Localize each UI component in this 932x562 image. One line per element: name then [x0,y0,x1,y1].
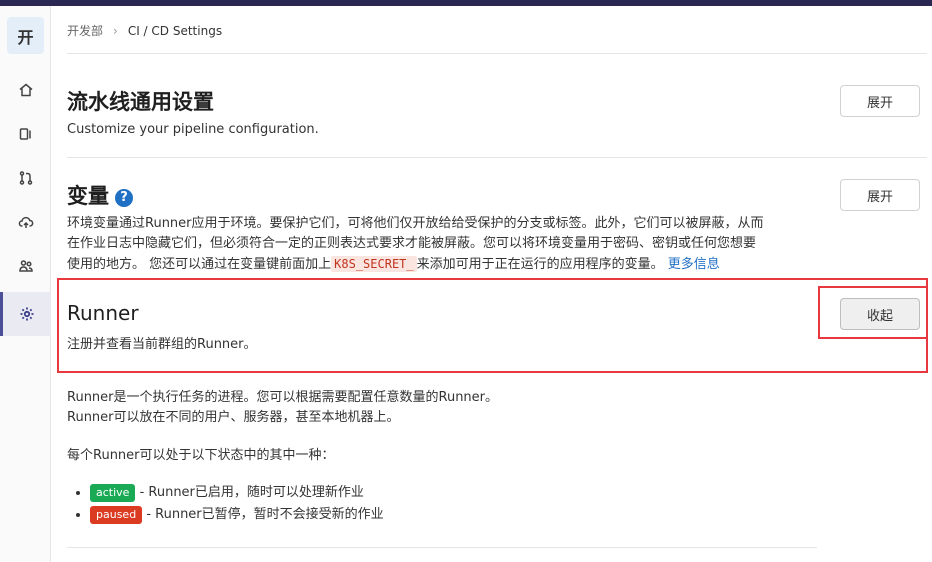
list-item: active - Runner已启用，随时可以处理新作业 [90,482,384,504]
variables-description-line: 环境变量通过Runner应用于环境。要保护它们，可将他们仅开放给给受保护的分支或… [67,216,764,231]
home-icon [19,83,32,97]
runner-states-intro: 每个Runner可以处于以下状态中的其中一种： [67,448,335,463]
highlight-box [57,278,928,373]
group-avatar[interactable]: 开 [7,17,44,54]
runner-body-line: Runner可以放在不同的用户、服务器，甚至本地机器上。 [67,410,400,425]
top-bar [0,0,932,6]
variables-description-text: 来添加可用于正在运行的应用程序的变量。 [416,257,664,272]
breadcrumb-current[interactable]: CI / CD Settings [128,24,222,38]
variables-description-line: 使用的地方。 您还可以通过在变量键前面加上 K8S_SECRET_ 来添加可用于正在… [67,254,817,275]
sidebar-item-overview[interactable] [0,112,51,156]
sidebar-item-settings[interactable] [0,292,51,336]
variables-title-text: 变量 [67,184,109,208]
pipeline-settings-description: Customize your pipeline configuration. [67,122,319,137]
runner-body-line: Runner是一个执行任务的进程。您可以根据需要配置任意数量的Runner。 [67,390,499,405]
runner-collapse-button[interactable]: 收起 [840,298,920,330]
issues-icon [19,128,31,140]
k8s-secret-code: K8S_SECRET_ [331,256,417,272]
state-description: - Runner已暂停，暂时不会接受新的作业 [142,507,384,522]
merge-request-icon [19,171,32,185]
divider [67,53,927,54]
runner-title: Runner [67,301,139,325]
help-icon[interactable]: ? [115,188,133,207]
variables-description-text: 使用的地方。 您还可以通过在变量键前面加上 [67,257,332,272]
status-badge-active: active [90,484,136,502]
breadcrumb: 开发部 › CI / CD Settings [67,22,222,39]
divider [67,547,817,548]
sidebar-item-deploy[interactable] [0,200,51,244]
pipeline-settings-title: 流水线通用设置 [67,90,214,114]
sidebar: 开 [0,6,51,562]
runner-body: Runner是一个执行任务的进程。您可以根据需要配置任意数量的Runner。 R… [67,388,498,428]
divider [67,157,927,158]
sidebar-item-members[interactable] [0,244,51,288]
cloud-icon [18,216,33,228]
state-description: - Runner已启用，随时可以处理新作业 [135,485,364,500]
variables-expand-button[interactable]: 展开 [840,179,920,211]
runner-states-list: active - Runner已启用，随时可以处理新作业 paused - Ru… [90,482,384,526]
more-info-link[interactable]: 更多信息 [668,257,720,272]
pipeline-expand-button[interactable]: 展开 [840,85,920,117]
gear-icon [20,307,34,321]
users-icon [18,260,33,272]
variables-description: 环境变量通过Runner应用于环境。要保护它们，可将他们仅开放给给受保护的分支或… [67,214,817,275]
sidebar-item-home[interactable] [0,68,51,112]
breadcrumb-group[interactable]: 开发部 [67,22,103,39]
sidebar-item-merge-requests[interactable] [0,156,51,200]
variables-title: 变量? [67,180,133,210]
chevron-right-icon: › [113,23,118,38]
status-badge-paused: paused [90,506,143,524]
runner-description: 注册并查看当前群组的Runner。 [67,337,257,352]
list-item: paused - Runner已暂停，暂时不会接受新的作业 [90,504,384,526]
variables-description-line: 在作业日志中隐藏它们，但必须符合一定的正则表达式要求才能被屏蔽。您可以将环境变量… [67,236,757,251]
